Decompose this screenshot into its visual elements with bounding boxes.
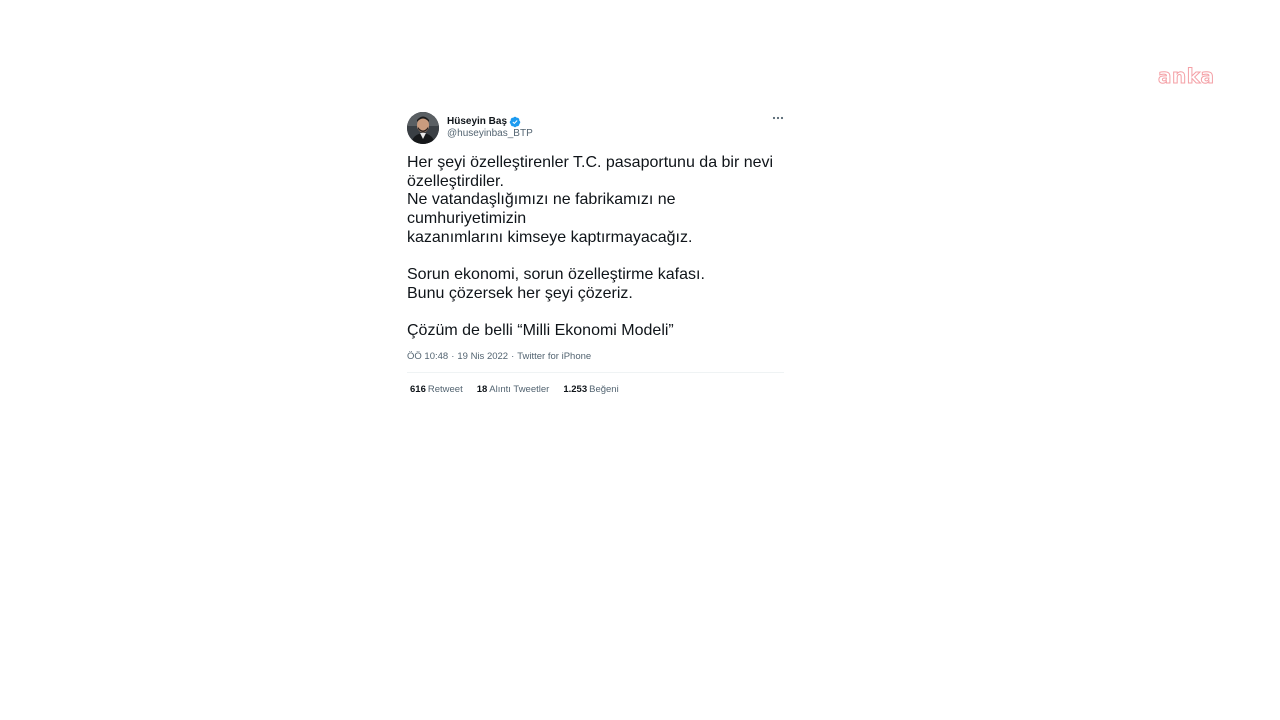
tweet-text-line: Çözüm de belli “Milli Ekonomi Modeli” — [407, 322, 674, 340]
meta-separator: · — [511, 351, 515, 362]
divider — [407, 372, 784, 373]
tweet-date[interactable]: 19 Nis 2022 — [457, 351, 508, 362]
tweet-text-line: kazanımlarını kimseye kaptırmayacağız. — [407, 228, 693, 246]
tweet-text-line: özelleştirdiler. — [407, 172, 504, 190]
author-name[interactable]: Hüseyin Baş — [447, 116, 507, 127]
tweet-card: Hüseyin Baş @huseyinbas_BTP Her şeyi öze… — [407, 111, 784, 395]
verified-badge-icon — [509, 115, 521, 128]
retweets-count: 616 — [410, 384, 426, 395]
tweet-header: Hüseyin Baş @huseyinbas_BTP — [407, 111, 784, 145]
tweet-text-line: Her şeyi özelleştirenler T.C. pasaportun… — [407, 154, 774, 171]
tweet-text-line: Ne vatandaşlığımızı ne fabrikamızı ne cu… — [407, 191, 676, 228]
avatar[interactable] — [407, 112, 439, 144]
likes-stat[interactable]: 1.253 Beğeni — [563, 384, 618, 395]
author-handle[interactable]: @huseyinbas_BTP — [447, 128, 533, 139]
tweet-text: Her şeyi özelleştirenler T.C. pasaportun… — [407, 154, 784, 341]
author-block: Hüseyin Baş @huseyinbas_BTP — [447, 114, 533, 140]
tweet-meta: ÖÖ 10:48 · 19 Nis 2022 · Twitter for iPh… — [407, 351, 784, 362]
tweet-time[interactable]: ÖÖ 10:48 — [407, 351, 448, 362]
anka-watermark: anka — [1158, 64, 1215, 89]
tweet-text-line: Bunu çözersek her şeyi çözeriz. — [407, 284, 633, 302]
more-dots-icon[interactable] — [772, 112, 784, 126]
avatar-image — [407, 112, 439, 144]
quotes-stat[interactable]: 18 Alıntı Tweetler — [477, 384, 550, 395]
likes-count: 1.253 — [563, 384, 588, 395]
tweet-text-line: Sorun ekonomi, sorun özelleştirme kafası… — [407, 266, 705, 284]
retweets-label: Retweet — [427, 384, 463, 395]
tweet-source[interactable]: Twitter for iPhone — [517, 351, 591, 362]
page: anka Hüseyin Baş @huseyinbas_BTP Her şey… — [0, 0, 1280, 720]
quotes-label: Alıntı Tweetler — [489, 384, 550, 395]
author-name-row: Hüseyin Baş — [447, 114, 533, 128]
likes-label: Beğeni — [589, 384, 619, 395]
meta-separator: · — [451, 351, 455, 362]
quotes-count: 18 — [476, 384, 488, 395]
tweet-stats: 616 Retweet 18 Alıntı Tweetler 1.253 Beğeni — [407, 384, 784, 395]
retweets-stat[interactable]: 616 Retweet — [410, 384, 463, 395]
